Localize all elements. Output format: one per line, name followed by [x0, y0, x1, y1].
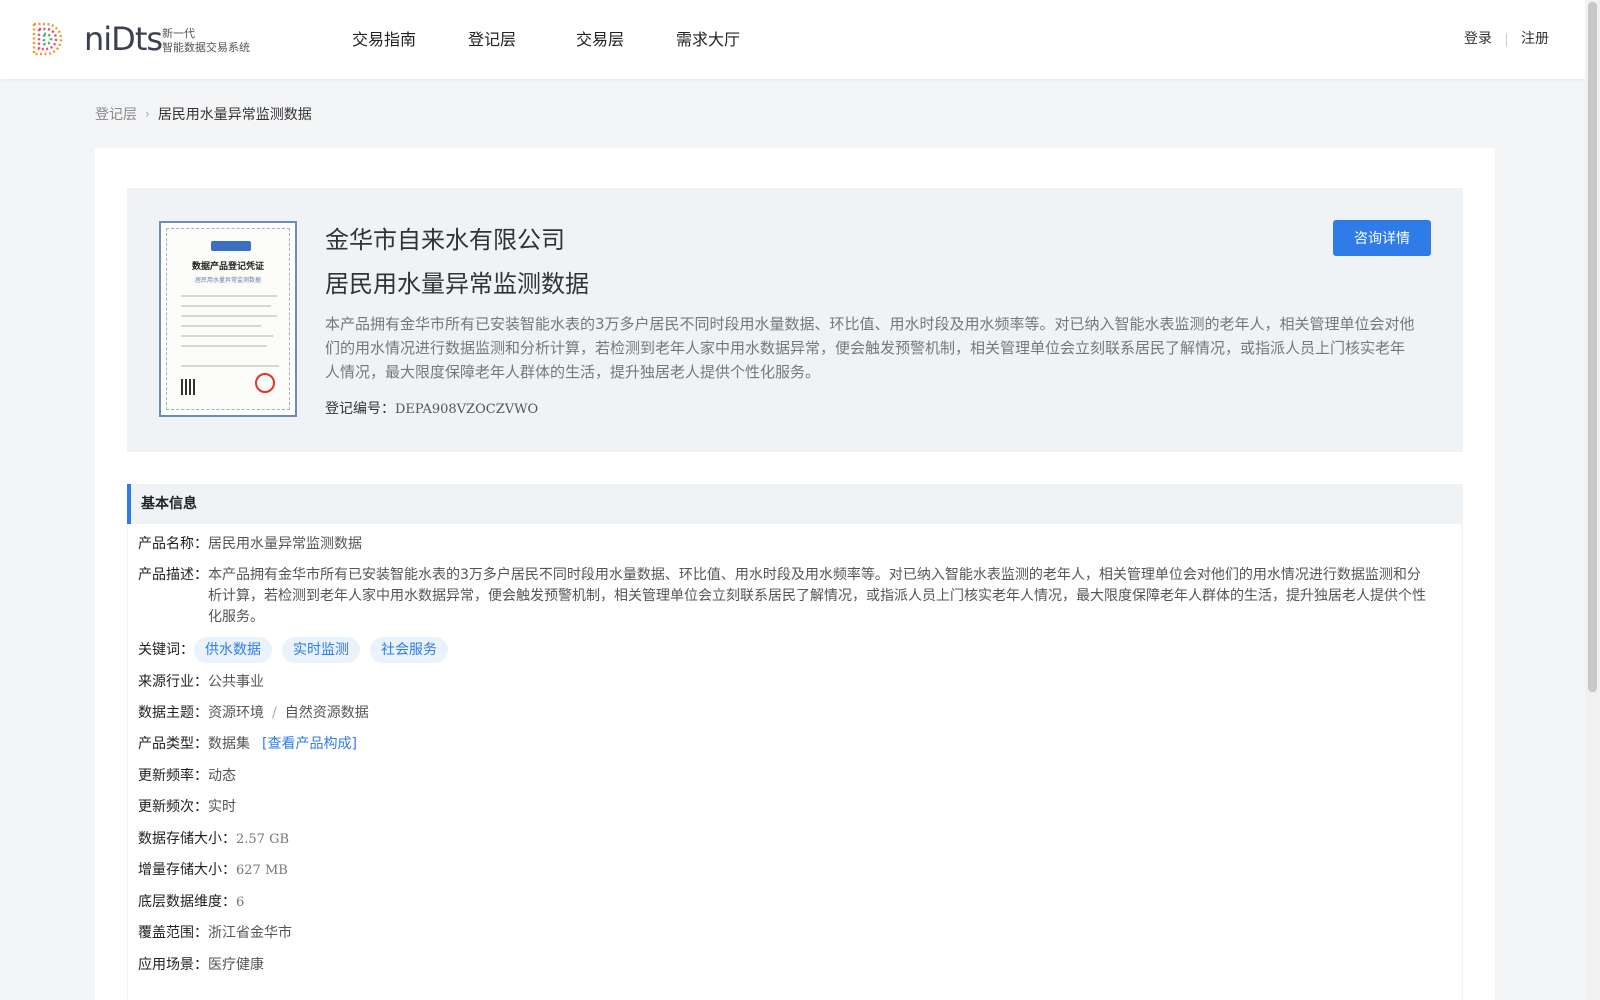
logo-mark-icon: [32, 22, 63, 56]
info-value: 本产品拥有金华市所有已安装智能水表的3万多户居民不同时段用水量数据、环比值、用水…: [208, 567, 1426, 625]
keyword-tag[interactable]: 社会服务: [370, 637, 448, 663]
chevron-right-icon: ›: [145, 107, 150, 121]
info-value: 公共事业: [208, 674, 264, 690]
info-row-update-frequency: 更新频次： 实时: [138, 797, 236, 818]
info-label: 应用场景：: [138, 957, 208, 973]
info-value: 浙江省金华市: [208, 925, 292, 941]
breadcrumb-parent[interactable]: 登记层: [95, 104, 137, 124]
logo-tagline: 新一代 智能数据交易系统: [162, 27, 272, 55]
registration-label: 登记编号：: [325, 401, 395, 417]
info-label: 更新频率：: [138, 768, 208, 784]
certificate-frame: 数据产品登记凭证 居民用水量异常监测数据: [166, 228, 290, 410]
keyword-tag[interactable]: 供水数据: [194, 637, 272, 663]
info-label: 产品类型：: [138, 736, 208, 752]
info-row-product-desc: 产品描述： 本产品拥有金华市所有已安装智能水表的3万多户居民不同时段用水量数据、…: [138, 565, 1426, 628]
registration-number: 登记编号：DEPA908VZOCZVWO: [325, 398, 538, 418]
info-row-keywords: 关键词： 供水数据 实时监测 社会服务: [138, 637, 458, 663]
register-link[interactable]: 注册: [1521, 0, 1549, 79]
info-row-update-rate: 更新频率： 动态: [138, 766, 236, 787]
info-label: 数据存储大小：: [138, 831, 236, 847]
login-link[interactable]: 登录: [1464, 0, 1492, 79]
certificate-image[interactable]: 数据产品登记凭证 居民用水量异常监测数据: [159, 221, 297, 417]
info-label: 来源行业：: [138, 674, 208, 690]
certificate-logo: [211, 241, 251, 251]
nav-trade-layer[interactable]: 交易层: [546, 0, 654, 79]
nav-trade-guide[interactable]: 交易指南: [330, 0, 438, 79]
info-row-storage: 数据存储大小： 2.57 GB: [138, 829, 289, 850]
company-name: 金华市自来水有限公司: [325, 226, 565, 254]
info-label: 更新频次：: [138, 799, 208, 815]
info-row-scenario: 应用场景： 医疗健康: [138, 955, 264, 976]
certificate-title: 数据产品登记凭证: [191, 262, 264, 272]
info-row-incremental-storage: 增量存储大小： 627 MB: [138, 860, 288, 881]
certificate-text-line: [181, 315, 277, 317]
logo-tagline-line2: 智能数据交易系统: [162, 41, 250, 54]
nav-registry-layer[interactable]: 登记层: [438, 0, 546, 79]
page-scrollbar[interactable]: [1585, 0, 1600, 1000]
info-value: 动态: [208, 768, 236, 784]
certificate-text-line: [181, 325, 261, 327]
keyword-tags: 供水数据 实时监测 社会服务: [194, 637, 458, 663]
info-value: 资源环境: [208, 705, 264, 721]
info-value: 自然资源数据: [284, 705, 369, 721]
view-product-composition-link[interactable]: [查看产品构成]: [262, 734, 357, 755]
info-value: 数据集: [208, 736, 250, 752]
info-value: 居民用水量异常监测数据: [208, 536, 362, 552]
info-label: 覆盖范围：: [138, 925, 208, 941]
certificate-text-line: [181, 305, 271, 307]
main-nav: 交易指南 登记层 交易层 需求大厅: [330, 0, 762, 79]
info-value: 627 MB: [236, 863, 288, 878]
theme-separator: /: [272, 705, 277, 721]
product-detail-card: 数据产品登记凭证 居民用水量异常监测数据 金华市自来水有限公司 居民用水量异常监…: [95, 148, 1495, 1000]
info-label: 产品名称：: [138, 536, 208, 552]
consult-details-button[interactable]: 咨询详情: [1333, 220, 1431, 256]
certificate-subtitle: 居民用水量异常监测数据: [194, 277, 261, 284]
info-row-coverage: 覆盖范围： 浙江省金华市: [138, 923, 292, 944]
info-value: 6: [236, 895, 245, 910]
info-value: 实时: [208, 799, 236, 815]
info-row-dimension: 底层数据维度： 6: [138, 892, 244, 913]
auth-divider: [1506, 32, 1507, 47]
site-logo[interactable]: niDts 新一代 智能数据交易系统: [28, 20, 258, 60]
top-header: niDts 新一代 智能数据交易系统 交易指南 登记层 交易层 需求大厅 登录 …: [0, 0, 1585, 79]
scrollbar-thumb[interactable]: [1588, 2, 1597, 692]
product-title: 居民用水量异常监测数据: [325, 270, 589, 298]
info-row-product-type: 产品类型： 数据集 [查看产品构成]: [138, 734, 357, 755]
logo-tagline-line1: 新一代: [162, 27, 195, 40]
section-basic-info-heading: 基本信息: [127, 484, 1463, 524]
logo-wordmark: niDts: [84, 20, 163, 58]
keyword-tag[interactable]: 实时监测: [282, 637, 360, 663]
auth-links: 登录 注册: [1464, 0, 1549, 79]
breadcrumb-current: 居民用水量异常监测数据: [157, 107, 312, 123]
certificate-text-line: [181, 295, 277, 297]
info-label: 关键词：: [138, 641, 194, 658]
info-row-industry: 来源行业： 公共事业: [138, 672, 264, 693]
info-row-product-name: 产品名称： 居民用水量异常监测数据: [138, 534, 362, 555]
certificate-text-line: [181, 335, 273, 337]
breadcrumb: 登记层 › 居民用水量异常监测数据: [95, 104, 312, 124]
info-label: 增量存储大小：: [138, 862, 236, 878]
product-hero: 数据产品登记凭证 居民用水量异常监测数据 金华市自来水有限公司 居民用水量异常监…: [127, 188, 1463, 452]
info-label: 产品描述：: [138, 567, 208, 583]
certificate-text-line: [181, 345, 267, 347]
info-label: 数据主题：: [138, 705, 208, 721]
product-summary: 本产品拥有金华市所有已安装智能水表的3万多户居民不同时段用水量数据、环比值、用水…: [325, 315, 1415, 381]
info-value: 医疗健康: [208, 957, 264, 973]
qr-code-icon: [181, 379, 197, 395]
seal-icon: [255, 373, 275, 393]
certificate-text-line: [181, 365, 279, 367]
info-row-theme: 数据主题： 资源环境 / 自然资源数据: [138, 703, 369, 724]
nav-demand-hall[interactable]: 需求大厅: [654, 0, 762, 79]
info-label: 底层数据维度：: [138, 894, 236, 910]
info-value: 2.57 GB: [236, 832, 290, 847]
basic-info-panel: 产品名称： 居民用水量异常监测数据 产品描述： 本产品拥有金华市所有已安装智能水…: [127, 524, 1463, 1000]
registration-code: DEPA908VZOCZVWO: [395, 402, 539, 417]
